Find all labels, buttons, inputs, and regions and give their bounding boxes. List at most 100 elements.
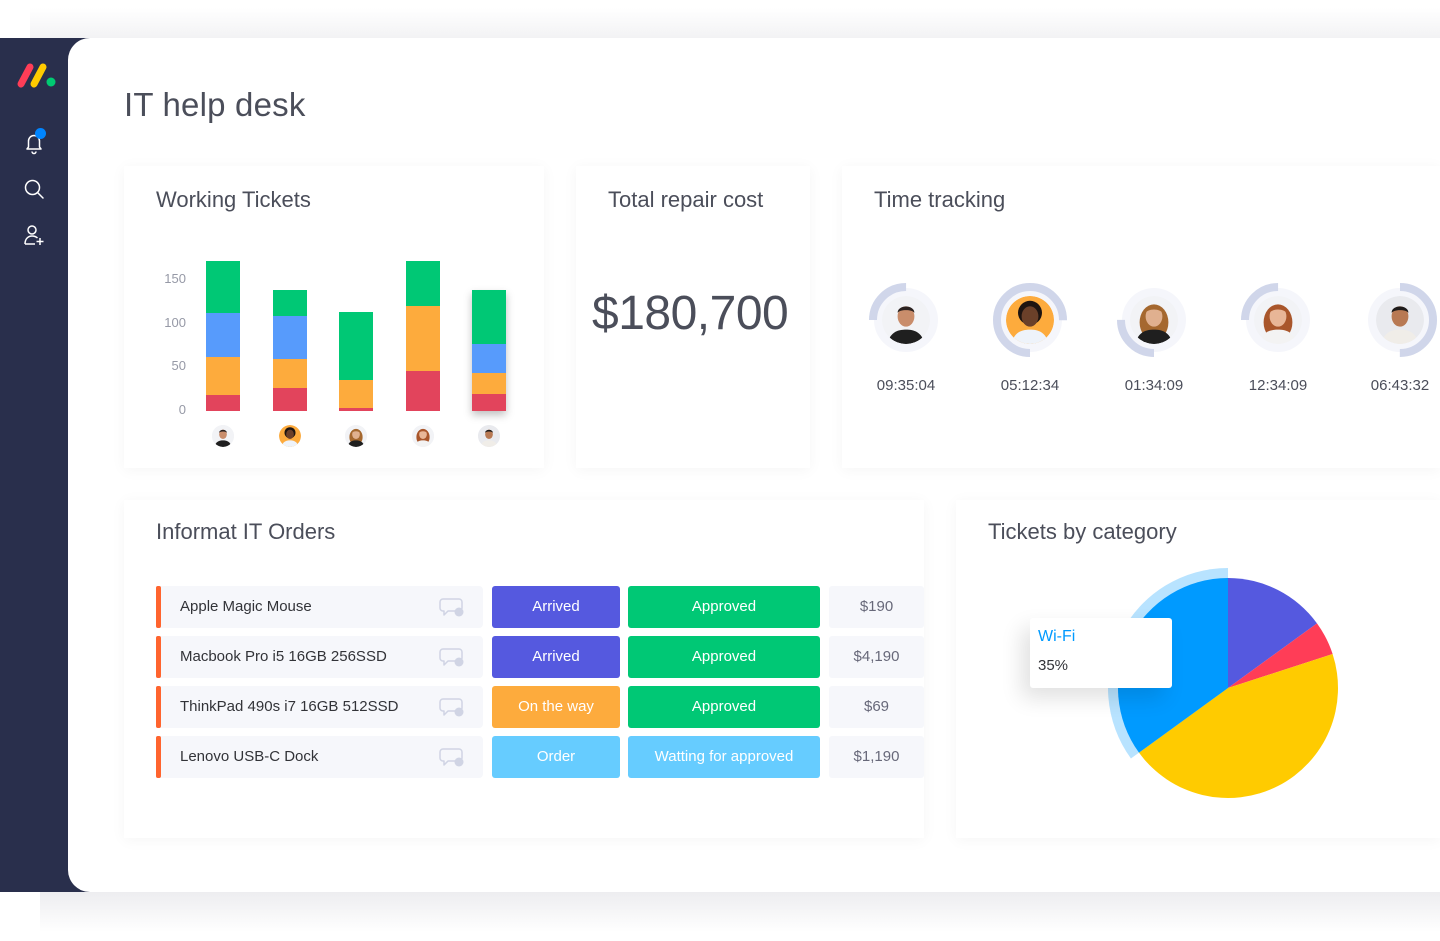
tracked-time: 06:43:32 bbox=[1370, 377, 1430, 394]
approval-status[interactable]: Approved bbox=[628, 686, 820, 728]
row-accent bbox=[156, 586, 161, 628]
avatar-person-1 bbox=[212, 425, 234, 447]
item-name: ThinkPad 490s i7 16GB 512SSD bbox=[180, 698, 399, 715]
bottom-shadow bbox=[40, 892, 1440, 932]
bar-segment-red[interactable] bbox=[339, 408, 373, 411]
order-row[interactable]: ThinkPad 490s i7 16GB 512SSD On the way … bbox=[156, 686, 924, 728]
time-tracking-item[interactable]: 09:35:04 bbox=[869, 283, 969, 403]
bar-avatar bbox=[411, 425, 434, 447]
chat-bubble-icon[interactable] bbox=[439, 596, 465, 618]
bar-segment-red[interactable] bbox=[405, 370, 440, 411]
working-tickets-title: Working Tickets bbox=[156, 187, 311, 212]
chat-bubble-icon[interactable] bbox=[439, 746, 465, 768]
row-accent bbox=[156, 636, 161, 678]
avatar-person-1 bbox=[882, 296, 930, 344]
item-name: Lenovo USB-C Dock bbox=[180, 748, 319, 765]
bar-avatar bbox=[212, 425, 234, 447]
pie-tooltip: Wi-Fi 35% bbox=[1030, 618, 1172, 688]
bar-segment-red[interactable] bbox=[206, 395, 240, 411]
avatar bbox=[1130, 296, 1178, 344]
delivery-status[interactable]: On the way bbox=[492, 686, 620, 728]
search-icon[interactable] bbox=[22, 177, 46, 201]
bar-segment-green[interactable] bbox=[272, 289, 307, 316]
bar-segment-blue[interactable] bbox=[272, 315, 307, 359]
bar-segment-blue[interactable] bbox=[206, 313, 240, 357]
tooltip-label: Wi-Fi bbox=[1038, 628, 1076, 645]
order-row[interactable]: Apple Magic Mouse Arrived Approved $190 bbox=[156, 586, 924, 628]
avatar bbox=[1376, 296, 1424, 344]
price: $4,190 bbox=[829, 636, 924, 678]
bar-segment-orange[interactable] bbox=[272, 358, 307, 389]
avatar bbox=[1006, 296, 1054, 344]
item-cell[interactable]: Macbook Pro i5 16GB 256SSD bbox=[156, 636, 483, 678]
top-shadow bbox=[30, 8, 1440, 40]
avatar-person-3 bbox=[345, 425, 367, 447]
approval-status[interactable]: Approved bbox=[628, 586, 820, 628]
time-tracking-item[interactable]: 12:34:09 bbox=[1241, 283, 1341, 403]
y-tick-label: 100 bbox=[164, 314, 186, 330]
avatar-person-2 bbox=[278, 425, 301, 447]
time-tracking-item[interactable]: 05:12:34 bbox=[993, 283, 1093, 403]
y-tick-label: 50 bbox=[171, 358, 186, 374]
time-tracking-item[interactable]: 01:34:09 bbox=[1117, 283, 1217, 403]
y-tick-label: 150 bbox=[164, 271, 186, 286]
avatar-person-5 bbox=[478, 425, 500, 447]
avatar-person-4 bbox=[411, 425, 434, 447]
add-user-icon[interactable] bbox=[22, 223, 46, 247]
repair-cost-value: $180,700 bbox=[592, 287, 789, 340]
price: $190 bbox=[829, 586, 924, 628]
bar-segment-green[interactable] bbox=[206, 260, 240, 314]
bar-segment-green[interactable] bbox=[405, 260, 440, 307]
time-tracking-item[interactable]: 06:43:32 bbox=[1363, 283, 1440, 403]
avatar-person-4 bbox=[1254, 296, 1302, 344]
bar-segment-red[interactable] bbox=[272, 388, 307, 411]
delivery-status[interactable]: Order bbox=[492, 736, 620, 778]
chat-bubble-icon[interactable] bbox=[439, 646, 465, 668]
tracked-time: 09:35:04 bbox=[876, 377, 936, 394]
approval-status[interactable]: Watting for approved bbox=[628, 736, 820, 778]
bar-segment-blue[interactable] bbox=[472, 343, 506, 373]
bar-segment-red[interactable] bbox=[472, 394, 506, 411]
row-accent bbox=[156, 686, 161, 728]
item-name: Macbook Pro i5 16GB 256SSD bbox=[180, 648, 387, 665]
order-row[interactable]: Macbook Pro i5 16GB 256SSD Arrived Appro… bbox=[156, 636, 924, 678]
app-window: IT help desk Working Tickets 0 50 100 150 T… bbox=[0, 0, 1440, 941]
bar-segment-orange[interactable] bbox=[339, 379, 373, 409]
item-cell[interactable]: ThinkPad 490s i7 16GB 512SSD bbox=[156, 686, 483, 728]
bar-avatar bbox=[278, 425, 301, 447]
chat-bubble-icon[interactable] bbox=[439, 696, 465, 718]
delivery-status[interactable]: Arrived bbox=[492, 586, 620, 628]
item-cell[interactable]: Lenovo USB-C Dock bbox=[156, 736, 483, 778]
monday-logo[interactable] bbox=[16, 60, 58, 90]
avatar-person-3 bbox=[1130, 296, 1178, 344]
tracked-time: 05:12:34 bbox=[1000, 377, 1060, 394]
orders-title: Informat IT Orders bbox=[156, 519, 336, 544]
avatar bbox=[882, 296, 930, 344]
bar-segment-orange[interactable] bbox=[206, 356, 240, 396]
tracked-time: 01:34:09 bbox=[1124, 377, 1184, 394]
repair-cost-title: Total repair cost bbox=[608, 187, 764, 212]
tickets-category-title: Tickets by category bbox=[988, 519, 1177, 544]
bar-avatar bbox=[478, 425, 500, 447]
bar-segment-orange[interactable] bbox=[472, 372, 506, 395]
avatar-person-2 bbox=[1006, 296, 1054, 344]
delivery-status[interactable]: Arrived bbox=[492, 636, 620, 678]
notification-badge bbox=[35, 128, 46, 139]
bar-segment-orange[interactable] bbox=[405, 306, 440, 371]
row-accent bbox=[156, 736, 161, 778]
bar-segment-green[interactable] bbox=[339, 312, 373, 380]
y-tick-label: 0 bbox=[178, 402, 186, 417]
avatar-person-5 bbox=[1376, 296, 1424, 344]
time-tracking-title: Time tracking bbox=[874, 187, 1006, 212]
tracked-time: 12:34:09 bbox=[1248, 377, 1308, 394]
bar-segment-green[interactable] bbox=[472, 289, 506, 344]
item-cell[interactable]: Apple Magic Mouse bbox=[156, 586, 483, 628]
price: $1,190 bbox=[829, 736, 924, 778]
page-title: IT help desk bbox=[124, 86, 306, 123]
approval-status[interactable]: Approved bbox=[628, 636, 820, 678]
avatar bbox=[1254, 296, 1302, 344]
bar-avatar bbox=[345, 425, 367, 447]
tooltip-value: 35% bbox=[1038, 657, 1069, 674]
price: $69 bbox=[829, 686, 924, 728]
order-row[interactable]: Lenovo USB-C Dock Order Watting for appr… bbox=[156, 736, 924, 778]
